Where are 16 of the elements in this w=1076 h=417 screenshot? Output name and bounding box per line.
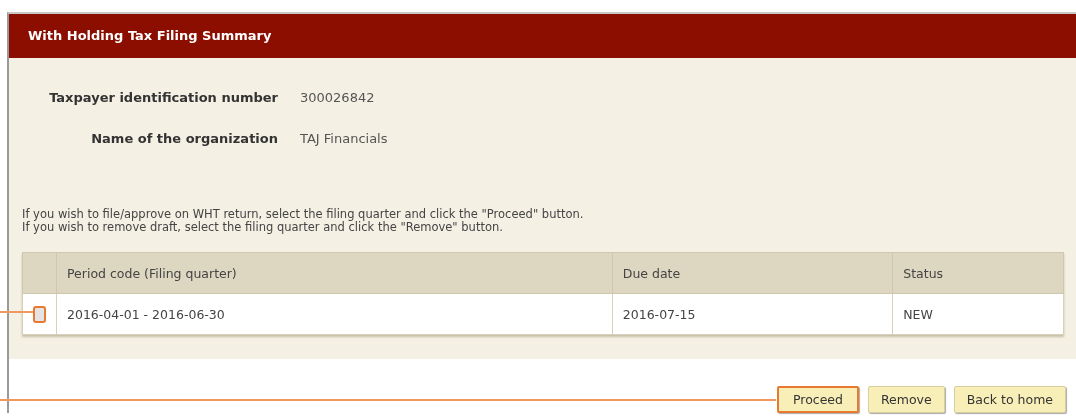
column-header: Status (892, 252, 1064, 294)
table-cell: NEW (892, 293, 1064, 335)
field-label: Name of the organization (90, 131, 278, 146)
action-button[interactable]: Proceed (776, 386, 859, 413)
action-button[interactable]: Remove (868, 386, 945, 413)
action-button[interactable]: Back to home (953, 386, 1066, 413)
panel-title: With Holding Tax Filing Summary (9, 14, 1076, 58)
column-header: Period code (Filing quarter) (56, 252, 613, 294)
field-value: TAJ Financials (300, 131, 389, 146)
instruction-text: If you wish to remove draft, select the filing quarter and click the "Remove" button. (22, 221, 504, 234)
table-cell: 2016-04-01 - 2016-06-30 (56, 293, 613, 335)
field-label: Taxpayer identification number (48, 90, 278, 105)
column-header: Due date (612, 252, 893, 294)
instruction-text: If you wish to file/approve on WHT return, select the filing quarter and click the "Proceed" button. (22, 208, 585, 221)
field-value: 300026842 (300, 90, 376, 105)
table-cell: 2016-07-15 (612, 293, 893, 335)
